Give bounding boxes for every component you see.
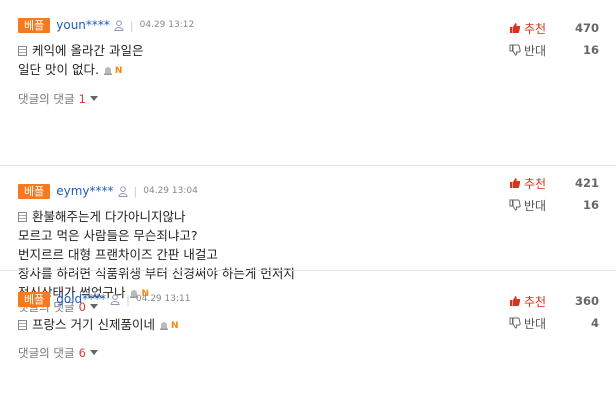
like-button[interactable]: 추천 470 [509,18,599,38]
comment-date: 04.29 13:12 [139,20,195,30]
comment-line: 프랑스 거기 신제품이네 N [18,315,179,336]
dislike-count: 16 [582,43,599,57]
username-link[interactable]: youn**** [56,18,110,32]
username-link[interactable]: eymy**** [56,184,113,198]
comment-item: 베플 eymy**** | 04.29 13:04 환불해주는게 다가아니지않나… [0,165,616,314]
reply-toggle-link[interactable]: 댓글의 댓글 6 [18,345,98,361]
like-count: 421 [574,176,599,190]
comment-item: 베플 youn**** | 04.29 13:12 케익에 올라간 과일은 일단… [0,0,616,165]
reply-toggle-link[interactable]: 댓글의 댓글 1 [18,91,98,107]
report-icon[interactable] [103,65,113,75]
separator: | [129,18,134,32]
separator: | [133,184,138,198]
best-badge: 베플 [18,17,51,33]
reply-count: 6 [78,346,86,360]
comment-item: 베플 gold**** | 04.29 13:11 프랑스 거기 신제품이네 N … [0,270,616,405]
dislike-button[interactable]: 반대 16 [509,40,599,60]
comment-header: 베플 youn**** | 04.29 13:12 [18,17,194,33]
thumbs-down-icon [509,317,521,329]
best-badge: 베플 [18,291,51,307]
thumbs-up-icon [510,23,521,33]
comment-header: 베플 eymy**** | 04.29 13:04 [18,183,198,199]
like-button[interactable]: 추천 421 [509,173,599,193]
new-icon: N [114,66,123,76]
comment-header: 베플 gold**** | 04.29 13:11 [18,291,190,307]
best-badge: 베플 [18,183,51,199]
like-label: 추천 [524,294,547,309]
document-icon [18,212,27,222]
comment-date: 04.29 13:04 [143,186,198,196]
chevron-down-icon [89,350,98,355]
username-link[interactable]: gold**** [56,292,106,306]
like-count: 360 [574,294,599,308]
document-icon [18,320,27,330]
dislike-label: 반대 [524,198,547,213]
dislike-label: 반대 [524,43,547,58]
like-label: 추천 [524,21,547,36]
dislike-button[interactable]: 반대 4 [509,313,599,333]
thumbs-up-icon [510,296,521,306]
report-icon[interactable] [159,320,169,330]
new-icon: N [170,321,179,331]
comment-date: 04.29 13:11 [135,294,191,304]
comment-body: 프랑스 거기 신제품이네 N [18,315,179,336]
comment-body: 케익에 올라간 과일은 일단 맛이 없다. N [18,41,143,81]
dislike-count: 16 [582,198,599,212]
comment-line: 일단 맛이 없다. N [18,62,123,77]
separator: | [126,292,130,306]
dislike-label: 반대 [524,316,547,331]
user-icon[interactable] [114,19,124,31]
dislike-button[interactable]: 반대 16 [509,195,599,215]
thumbs-up-icon [510,178,521,188]
document-icon [18,46,27,56]
comment-line: 모르고 먹은 사람들은 무슨죄냐고? [18,228,198,243]
thumbs-down-icon [509,199,521,211]
user-icon[interactable] [118,185,128,197]
chevron-down-icon [89,96,98,101]
like-label: 추천 [524,176,547,191]
user-icon[interactable] [110,293,120,305]
comment-line: 번지르르 대형 프랜차이즈 간판 내걸고 [18,247,218,262]
like-count: 470 [574,21,599,35]
dislike-count: 4 [590,316,599,330]
comment-line: 케익에 올라간 과일은 [18,41,143,60]
reply-count: 1 [78,92,86,106]
thumbs-down-icon [509,44,521,56]
like-button[interactable]: 추천 360 [509,291,599,311]
comment-line: 환불해주는게 다가아니지않나 [18,207,295,226]
